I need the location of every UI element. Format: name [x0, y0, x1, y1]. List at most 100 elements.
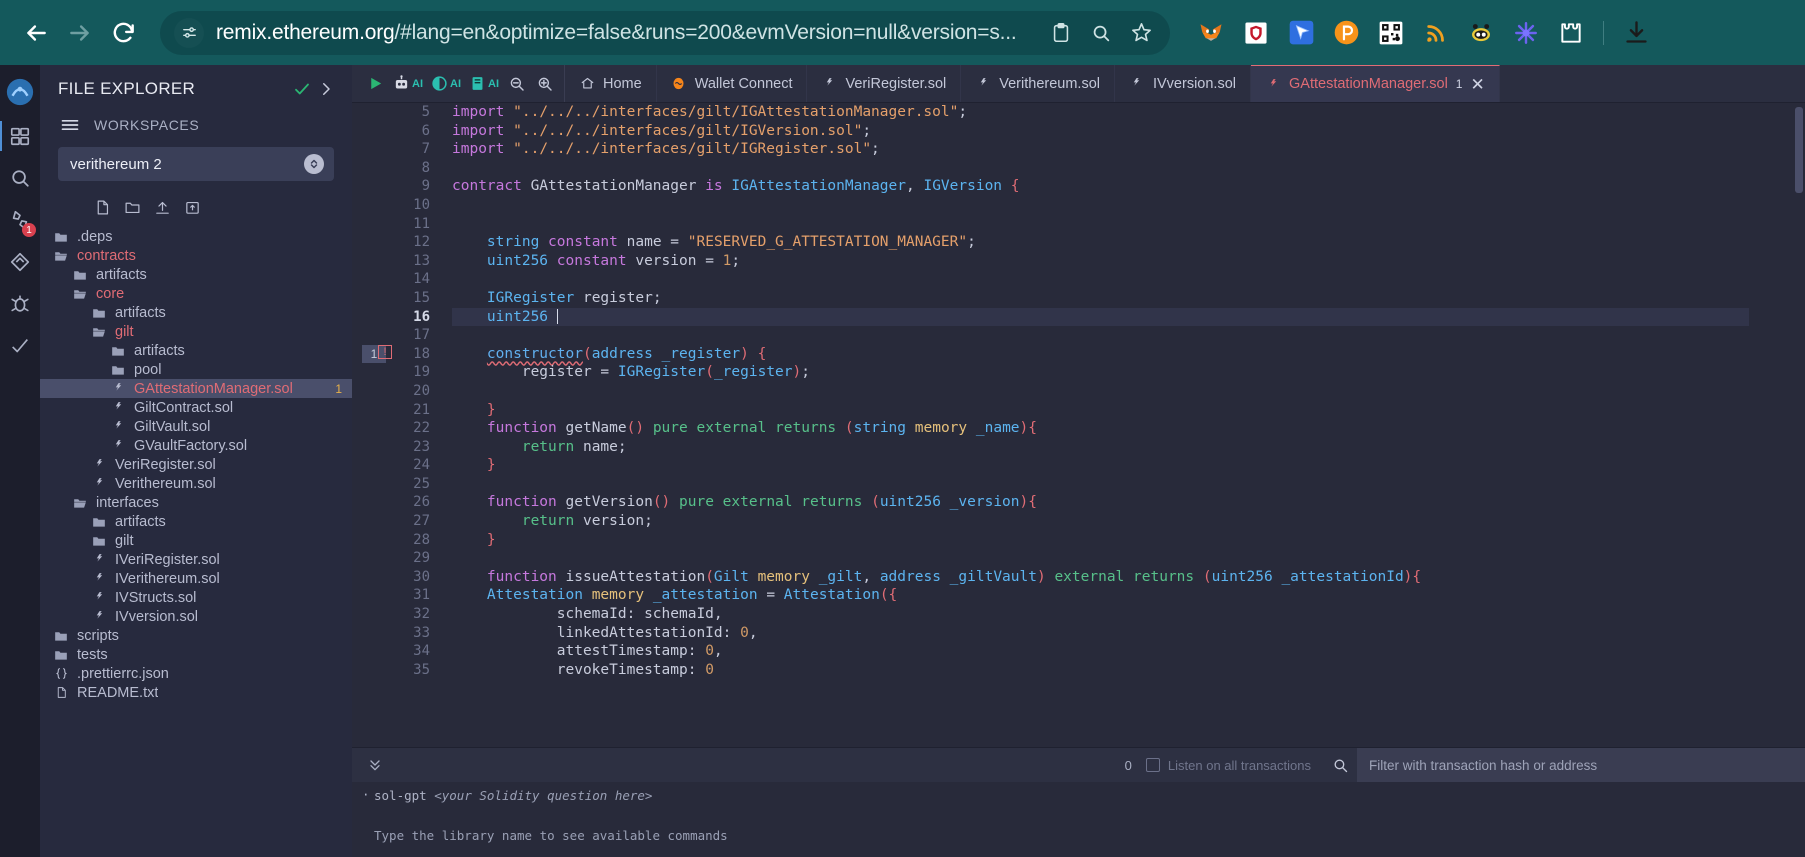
rss-feed-extension-icon[interactable] — [1415, 12, 1457, 54]
file-tree-item[interactable]: Verithereum.sol — [40, 474, 352, 493]
ai-book-button[interactable]: AI — [466, 65, 502, 103]
solidity-icon — [975, 76, 991, 92]
file-tree-item[interactable]: interfaces — [40, 493, 352, 512]
minimap-scrollbar[interactable] — [1795, 107, 1803, 193]
sidebar-item-compiler[interactable]: 1 — [0, 199, 40, 241]
editor-tabbar: AI AI AI Home Wallet Connect VeriRegister.… — [352, 65, 1805, 103]
hamburger-icon[interactable] — [58, 113, 82, 137]
search-icon[interactable] — [1327, 752, 1353, 778]
forward-button[interactable] — [58, 11, 102, 55]
tab-wallet-connect[interactable]: Wallet Connect — [657, 65, 808, 102]
bee-extension-icon[interactable] — [1460, 12, 1502, 54]
sidebar-item-file-explorer[interactable] — [0, 115, 40, 157]
tab-label: Verithereum.sol — [999, 75, 1100, 92]
code-content[interactable]: import "../../../interfaces/gilt/IGAttes… — [440, 103, 1805, 747]
shield-extension-icon[interactable] — [1235, 12, 1277, 54]
remix-logo-icon[interactable] — [0, 69, 40, 115]
back-button[interactable] — [14, 11, 58, 55]
sidebar-item-search[interactable] — [0, 157, 40, 199]
file-tree-item[interactable]: IVerithereum.sol — [40, 569, 352, 588]
file-tree-item[interactable]: gilt — [40, 531, 352, 550]
metamask-extension-icon[interactable] — [1190, 12, 1232, 54]
sidebar-item-debugger[interactable] — [0, 283, 40, 325]
file-tree-item[interactable]: contracts — [40, 246, 352, 265]
file-tree-item[interactable]: artifacts — [40, 341, 352, 360]
new-folder-icon[interactable] — [120, 195, 144, 219]
file-tree-item[interactable]: artifacts — [40, 512, 352, 531]
file-tree-item[interactable]: .deps — [40, 227, 352, 246]
asterisk-extension-icon[interactable] — [1505, 12, 1547, 54]
tab-home[interactable]: Home — [565, 65, 657, 102]
tab-ivversion-sol[interactable]: IVversion.sol — [1115, 65, 1251, 102]
upload-file-icon[interactable] — [150, 195, 174, 219]
error-marker-icon[interactable]: ! — [378, 345, 392, 359]
folder-icon — [109, 361, 127, 379]
zoom-out-button[interactable] — [504, 65, 530, 103]
folder-open-icon — [71, 285, 89, 303]
solidity-icon — [90, 589, 108, 607]
star-icon[interactable] — [1122, 14, 1160, 52]
file-tree-item[interactable]: IVStructs.sol — [40, 588, 352, 607]
upload-folder-icon[interactable] — [180, 195, 204, 219]
file-tree-item[interactable]: IVeriRegister.sol — [40, 550, 352, 569]
code-line: import "../../../interfaces/gilt/IGAttes… — [452, 104, 968, 120]
site-settings-icon[interactable] — [174, 17, 204, 48]
file-tree-item[interactable]: tests — [40, 645, 352, 664]
terminal-command-arg: <your Solidity question here> — [434, 788, 653, 803]
file-tree-item[interactable]: artifacts — [40, 265, 352, 284]
file-tree-item[interactable]: VeriRegister.sol — [40, 455, 352, 474]
puzzle-extensions-icon[interactable] — [1550, 12, 1592, 54]
file-tree-item-label: README.txt — [77, 684, 159, 701]
file-tree-item[interactable]: README.txt — [40, 683, 352, 702]
sidebar-item-deploy-run[interactable] — [0, 241, 40, 283]
qr-code-extension-icon[interactable] — [1370, 12, 1412, 54]
transaction-filter-input[interactable] — [1357, 748, 1805, 782]
code-editor[interactable]: 1 ! 5 6 7 8 9 10 11 12 13 14 15 16 17 18 19 20 21 22 23 24 2… — [352, 103, 1805, 747]
minimap[interactable] — [1749, 103, 1805, 747]
chevron-double-down-icon[interactable] — [362, 752, 388, 778]
file-tree-item[interactable]: GVaultFactory.sol — [40, 436, 352, 455]
sidebar-item-plugin-manager[interactable] — [0, 325, 40, 367]
file-tree-item[interactable]: gilt — [40, 322, 352, 341]
file-tree-item[interactable]: .prettierrc.json — [40, 664, 352, 683]
workspace-select[interactable]: verithereum 2 — [58, 147, 334, 181]
address-bar[interactable]: remix.ethereum.org/#lang=en&optimize=fal… — [160, 10, 1170, 55]
ai-contrast-button[interactable]: AI — [428, 65, 464, 103]
ai-robot-button[interactable]: AI — [390, 65, 426, 103]
tab-label: IVversion.sol — [1152, 75, 1236, 92]
listen-all-transactions-checkbox[interactable] — [1145, 758, 1160, 772]
file-tree-item[interactable]: artifacts — [40, 303, 352, 322]
search-icon[interactable] — [1082, 14, 1120, 52]
run-script-button[interactable] — [362, 65, 388, 103]
file-tree-item[interactable]: GiltVault.sol — [40, 417, 352, 436]
new-file-icon[interactable] — [90, 195, 114, 219]
reload-button[interactable] — [102, 11, 146, 55]
arrow-left-icon — [27, 24, 46, 41]
clipboard-icon[interactable] — [1042, 14, 1080, 52]
file-tree-item[interactable]: GiltContract.sol — [40, 398, 352, 417]
file-tree-item-label: tests — [77, 646, 108, 663]
download-icon[interactable] — [1615, 12, 1657, 54]
zoom-in-button[interactable] — [532, 65, 558, 103]
check-icon[interactable] — [290, 77, 314, 101]
tab-gattestationmanager-sol[interactable]: GAttestationManager.sol 1 ✕ — [1251, 65, 1500, 102]
cursor-extension-icon[interactable] — [1280, 12, 1322, 54]
file-tree-item[interactable]: pool — [40, 360, 352, 379]
close-icon[interactable]: ✕ — [1470, 76, 1484, 93]
terminal-hint: Type the library name to see available c… — [374, 828, 728, 843]
file-tree-item-label: VeriRegister.sol — [115, 456, 216, 473]
file-tree-item[interactable]: IVversion.sol — [40, 607, 352, 626]
tab-verithereum-sol[interactable]: Verithereum.sol — [961, 65, 1115, 102]
phantom-extension-icon[interactable] — [1325, 12, 1367, 54]
code-line: IGRegister register; — [486, 289, 662, 306]
tab-veriregister-sol[interactable]: VeriRegister.sol — [807, 65, 962, 102]
file-tree-item-selected[interactable]: GAttestationManager.sol 1 — [40, 379, 352, 398]
file-tree-item[interactable]: scripts — [40, 626, 352, 645]
decoration-gutter: 1 ! — [362, 103, 396, 747]
folder-icon — [90, 532, 108, 550]
file-tree-item[interactable]: core — [40, 284, 352, 303]
chevron-right-icon[interactable] — [314, 77, 338, 101]
play-icon — [370, 77, 381, 90]
file-tree-item-label: artifacts — [115, 513, 166, 530]
